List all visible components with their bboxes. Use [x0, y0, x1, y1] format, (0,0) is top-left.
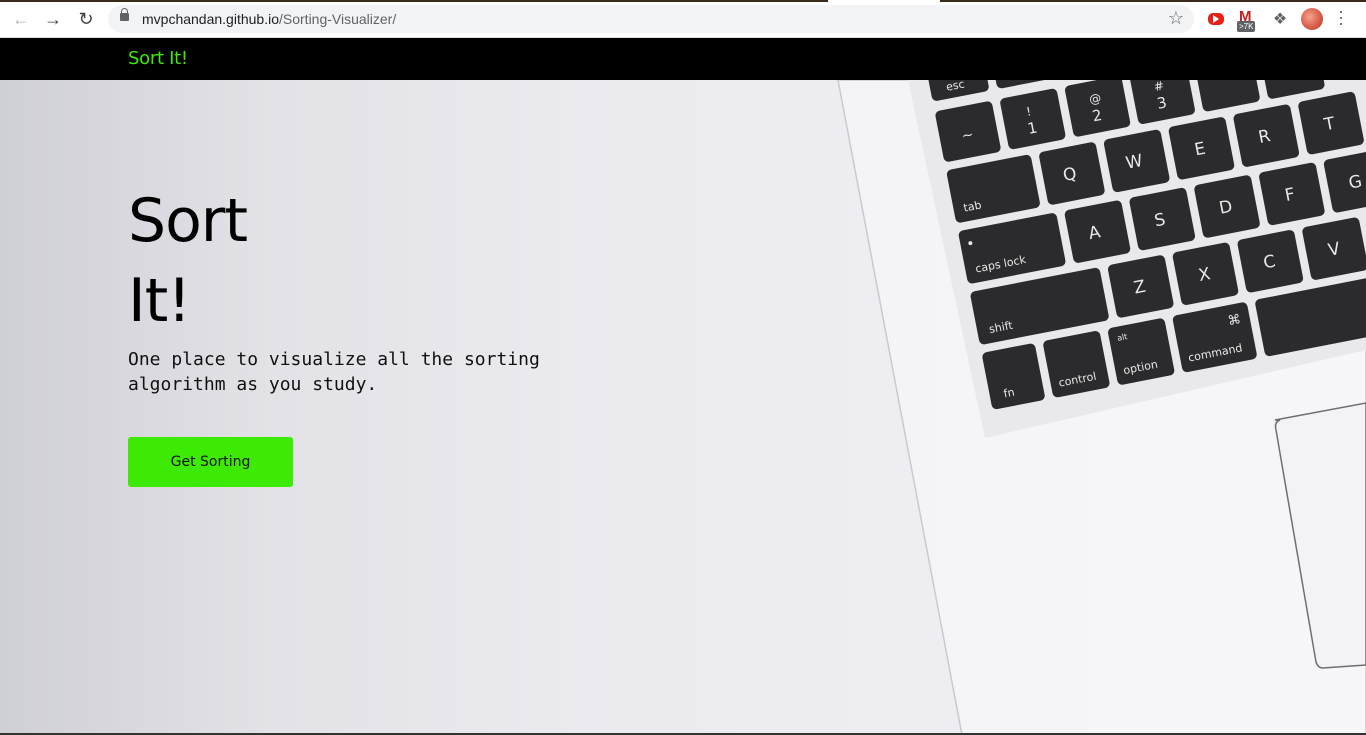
gmail-extension[interactable]: M >7K	[1236, 8, 1260, 34]
extensions-puzzle-icon[interactable]: ❖	[1270, 9, 1290, 29]
hero-title: Sort It!	[128, 181, 388, 341]
url-domain: mvpchandan.github.io	[142, 11, 279, 27]
hero-title-line2: It!	[128, 266, 191, 336]
get-sorting-button[interactable]: Get Sorting	[128, 437, 293, 487]
browser-menu-icon[interactable]: · · ·	[1336, 2, 1346, 32]
back-arrow-icon[interactable]: ←	[10, 8, 32, 30]
gmail-badge: >7K	[1237, 21, 1256, 32]
hero-subtitle: One place to visualize all the sorting a…	[128, 349, 540, 395]
profile-avatar[interactable]	[1301, 8, 1323, 30]
site-navbar: Sort It!	[0, 38, 1366, 80]
navbar-brand[interactable]: Sort It!	[128, 48, 188, 69]
browser-toolbar: ← → ↻ mvpchandan.github.io/Sorting-Visua…	[0, 0, 1366, 38]
laptop-keyboard-image: esc $ 4 5 ~ ! 1 @ 2 # 3 tab	[837, 80, 1366, 735]
url-path: /Sorting-Visualizer/	[279, 11, 397, 27]
url-text[interactable]: mvpchandan.github.io/Sorting-Visualizer/	[142, 11, 396, 27]
key-alt-label: alt	[1116, 332, 1128, 343]
lock-icon	[120, 8, 129, 21]
hero-section: esc $ 4 5 ~ ! 1 @ 2 # 3 tab	[0, 80, 1366, 735]
hero-title-line1: Sort	[128, 186, 248, 256]
tab-strip-edge	[0, 0, 1366, 2]
address-bar[interactable]: mvpchandan.github.io/Sorting-Visualizer/…	[108, 5, 1194, 33]
reload-icon[interactable]: ↻	[75, 8, 97, 30]
youtube-extension-icon[interactable]	[1208, 13, 1224, 25]
forward-arrow-icon[interactable]: →	[42, 8, 64, 30]
bookmark-star-icon[interactable]: ☆	[1168, 8, 1184, 29]
